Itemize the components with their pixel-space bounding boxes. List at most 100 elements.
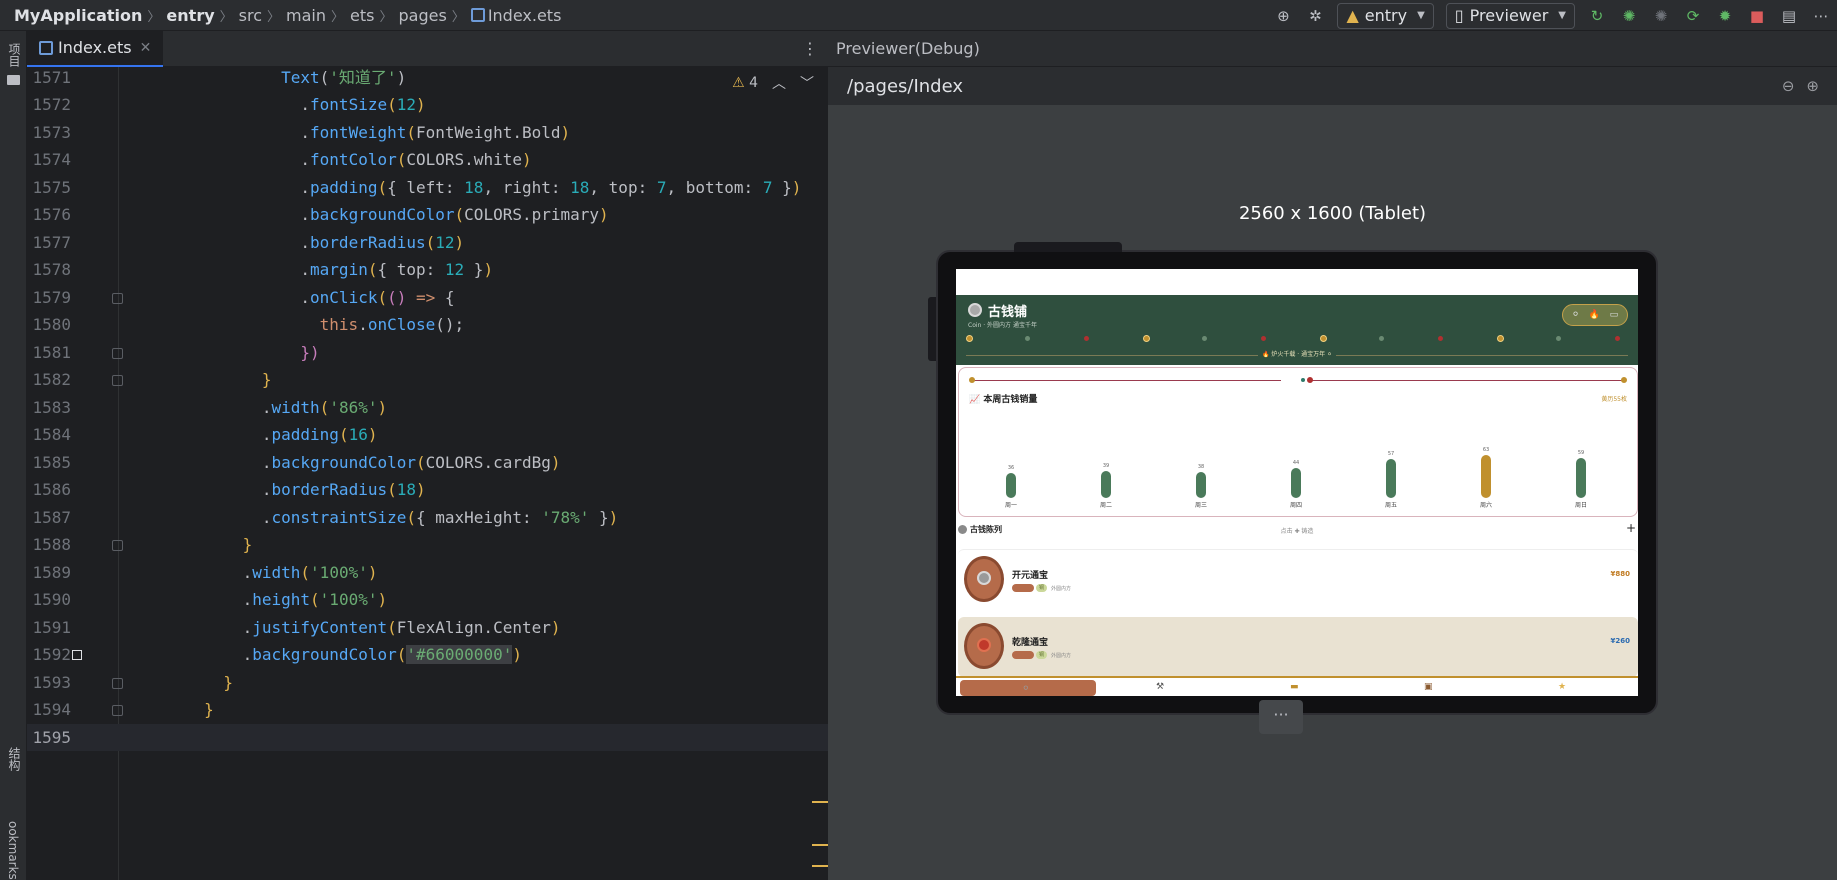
code-line[interactable]: 1593 } (27, 669, 828, 697)
reload-icon[interactable]: ⟳ (1682, 5, 1704, 27)
line-number: 1581 (32, 342, 71, 362)
code-line[interactable]: 1579 .onClick(() => { (27, 284, 828, 312)
bug-filter-icon[interactable]: ✲ (1304, 5, 1326, 27)
target-icon[interactable]: ⊕ (1272, 5, 1294, 27)
header-action-pill[interactable]: ⚪ 🔥 ▭ (1562, 304, 1628, 326)
rerun-icon[interactable]: ↻ (1586, 5, 1608, 27)
code-line[interactable]: 1590 .height('100%') (27, 586, 828, 614)
project-tool-window[interactable]: 项目 (6, 43, 23, 67)
line-number: 1591 (32, 617, 71, 637)
code-line[interactable]: 1575 .padding({ left: 18, right: 18, top… (27, 174, 828, 202)
code-token: . (127, 590, 253, 609)
code-line[interactable]: 1583 .width('86%') (27, 394, 828, 422)
module-combo[interactable]: ▲ entry ▼ (1337, 2, 1434, 29)
code-line[interactable]: 1592 .backgroundColor('#66000000') (27, 641, 828, 669)
code-line[interactable]: 1587 .constraintSize({ maxHeight: '78%' … (27, 504, 828, 532)
decor-dot (1320, 335, 1327, 342)
fold-toggle-icon[interactable] (112, 705, 123, 716)
code-line[interactable]: 1574 .fontColor(COLORS.white) (27, 146, 828, 174)
profiler-icon[interactable]: ✹ (1714, 5, 1736, 27)
color-swatch-icon[interactable] (72, 650, 82, 660)
code-token: 16 (348, 425, 368, 444)
toolbar-actions: ⊕ ✲ ▲ entry ▼ ▯ Previewer ▼ ↻ ✺ ✺ ⟳ ✹ ■ … (1267, 0, 1837, 31)
decor-dot (1202, 336, 1207, 341)
item-tags: 铜 外圆内方 (1012, 651, 1071, 659)
fold-toggle-icon[interactable] (112, 677, 123, 689)
zoom-out-icon[interactable]: ⊖ (1782, 77, 1795, 95)
scrollbar-marker[interactable] (812, 801, 828, 803)
breadcrumb-module[interactable]: entry (166, 6, 214, 25)
line-number: 1593 (32, 672, 71, 692)
list-item[interactable]: 乾隆通宝 铜 外圆内方 ¥260 (958, 617, 1638, 677)
more-actions-icon[interactable]: ⋯ (1810, 5, 1832, 27)
structure-tool-window[interactable]: 结构 (6, 747, 23, 771)
breadcrumb-main[interactable]: main (286, 6, 326, 25)
tab-forge[interactable]: ⚒ (1156, 682, 1164, 692)
breadcrumb-pages[interactable]: pages (399, 6, 447, 25)
tab-favorites[interactable]: ★ (1558, 682, 1566, 692)
zoom-in-icon[interactable]: ⊕ (1806, 77, 1819, 95)
previewer-combo[interactable]: ▯ Previewer ▼ (1445, 2, 1575, 29)
chevron-right-icon: 〉 (379, 9, 393, 25)
list-item[interactable]: 开元通宝 铜 外圆内方 ¥880 (958, 549, 1638, 613)
stop-icon[interactable]: ■ (1746, 5, 1768, 27)
app-subtitle: Coin · 外圆内方 通宝千年 (968, 322, 1037, 329)
coin-icon[interactable]: ⚪ (1572, 310, 1580, 320)
code-line[interactable]: 1589 .width('100%') (27, 559, 828, 587)
code-line[interactable]: 1588 } (27, 531, 828, 559)
more-options-button[interactable]: ··· (1259, 700, 1303, 734)
tab-index-ets[interactable]: Index.ets ✕ (27, 30, 164, 67)
breadcrumb-project[interactable]: MyApplication (14, 6, 142, 25)
fold-toggle-icon[interactable] (112, 347, 123, 359)
chevron-right-icon: 〉 (219, 9, 233, 25)
code-line[interactable]: 1586 .borderRadius(18) (27, 476, 828, 504)
code-line[interactable]: 1582 } (27, 366, 828, 394)
code-line[interactable]: 1576 .backgroundColor(COLORS.primary) (27, 201, 828, 229)
tab-options-icon[interactable]: ⋮ (802, 39, 818, 58)
fold-toggle-icon[interactable] (112, 540, 123, 551)
code-line[interactable]: 1584 .padding(16) (27, 421, 828, 449)
code-token: ( (387, 95, 397, 114)
code-token: 18 (396, 480, 416, 499)
attach-debugger-icon[interactable]: ✺ (1650, 5, 1672, 27)
bookmarks-tool-window[interactable]: ookmarks (6, 821, 20, 880)
fold-toggle-icon[interactable] (112, 292, 123, 304)
code-line[interactable]: 1581 }) (27, 339, 828, 367)
code-line[interactable]: 1595 (27, 723, 828, 751)
folder-icon[interactable] (7, 75, 20, 85)
scrollbar-marker[interactable] (812, 865, 828, 867)
code-token: this (319, 315, 359, 334)
tab-box[interactable]: ▣ (1424, 682, 1433, 692)
code-token: '知道了' (329, 67, 397, 87)
code-token: ) (791, 177, 802, 197)
code-token: ) (454, 232, 465, 252)
project-structure-icon[interactable]: ▤ (1778, 5, 1800, 27)
code-line[interactable]: 1585 .backgroundColor(COLORS.cardBg) (27, 449, 828, 477)
code-line[interactable]: 1571 Text('知道了') (27, 67, 828, 91)
breadcrumb-file[interactable]: Index.ets (488, 6, 562, 25)
code-line[interactable]: 1578 .margin({ top: 12 }) (27, 256, 828, 284)
close-icon[interactable]: ✕ (140, 40, 152, 56)
code-line[interactable]: 1594 } (27, 696, 828, 724)
code-area[interactable]: ⚠ 4 ︿ ﹀ 1571 Text('知道了') 1572 .fontSize(1… (27, 67, 828, 880)
code-text: this.onClose(); (127, 311, 465, 339)
scrollbar-marker[interactable] (812, 844, 828, 846)
chart-card-dot (1307, 377, 1313, 383)
code-line[interactable]: 1573 .fontWeight(FontWeight.Bold) (27, 119, 828, 147)
code-line[interactable]: 1577 .borderRadius(12) (27, 229, 828, 257)
debug-icon[interactable]: ✺ (1618, 5, 1640, 27)
tab-books[interactable]: ▬ (1290, 682, 1299, 692)
add-coin-button[interactable]: + (1626, 521, 1636, 535)
line-number: 1588 (32, 535, 71, 554)
code-line[interactable]: 1591 .justifyContent(FlexAlign.Center) (27, 614, 828, 642)
fire-icon[interactable]: 🔥 (1589, 310, 1600, 320)
tab-coins[interactable]: ⚪ (960, 680, 1096, 696)
code-line[interactable]: 1580 this.onClose(); (27, 311, 828, 339)
card-icon[interactable]: ▭ (1610, 310, 1619, 320)
code-line[interactable]: 1572 .fontSize(12) (27, 91, 828, 119)
breadcrumb-ets[interactable]: ets (350, 6, 374, 25)
device-screen[interactable]: 古钱铺 Coin · 外圆内方 通宝千年 ⚪ 🔥 ▭ 🔥 炉火千载 · 通宝万年 ⚪… (956, 269, 1638, 696)
fold-toggle-icon[interactable] (112, 375, 123, 386)
breadcrumb-src[interactable]: src (239, 6, 262, 25)
